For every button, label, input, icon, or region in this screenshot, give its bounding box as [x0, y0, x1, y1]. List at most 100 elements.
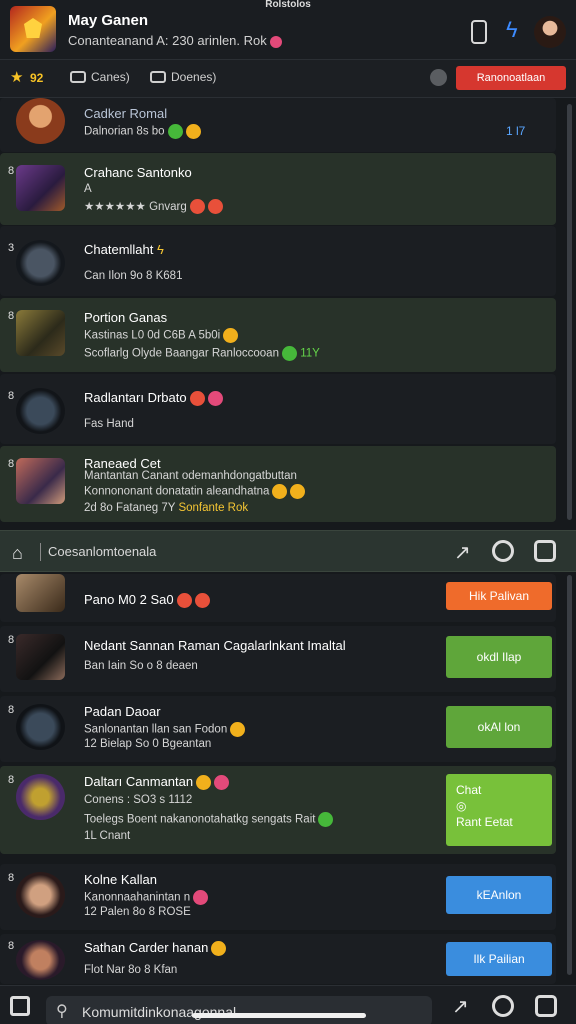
games-tab[interactable]: Canes) — [91, 70, 130, 84]
list-item-tags: 1L Cnant — [84, 830, 131, 842]
rank-number: 8 — [8, 774, 15, 786]
list-item[interactable]: Cadker Romal Dalnorian 8s bo 1 l7 — [0, 98, 556, 152]
rank-number: 8 — [8, 704, 15, 716]
list-item-title: Chatemllaht ϟ — [84, 242, 164, 257]
camera-icon[interactable] — [534, 540, 556, 562]
list-item-meta: Fas Hand — [84, 418, 134, 430]
share-icon[interactable]: ↗ — [452, 994, 469, 1019]
join-button[interactable]: kEAnlon — [446, 876, 552, 914]
home-icon[interactable]: ⌂ — [12, 543, 23, 564]
list-item-meta: 12 Palen 8o 8 ROSE — [84, 906, 191, 918]
camera-icon[interactable] — [535, 995, 557, 1017]
list-item-title: Padan Daoar — [84, 704, 161, 719]
rank-number: 8 — [8, 165, 15, 177]
search-input[interactable]: ⚲ Komumitdinkonaagonnal — [46, 996, 432, 1024]
avatar — [16, 704, 65, 750]
avatar — [16, 98, 65, 144]
list-item-rating: ★★★★★★ Gnvarg — [84, 199, 223, 215]
list-item-meta: Toelegs Boent nakanonotahatkg sengats Ra… — [84, 812, 334, 827]
action-bar-label: Coesanlomtoenala — [48, 544, 157, 559]
status-bar-text: Rolstolos — [265, 0, 311, 10]
home-icon[interactable] — [10, 996, 30, 1016]
search-icon: ⚲ — [56, 1003, 68, 1020]
page-title: May Ganen — [68, 12, 149, 29]
list-item[interactable]: 8 Kolne Kallan Kanonnaahanintan n 12 Pal… — [0, 864, 556, 930]
list-item-title: Daltarı Canmantan — [84, 774, 230, 791]
rank-number: 3 — [8, 242, 15, 254]
list-item-title: Sathan Carder hanan — [84, 940, 227, 957]
bottom-bar: ⚲ Komumitdinkonaagonnal ↗ — [0, 985, 576, 1024]
list-item-title: Cadker Romal — [84, 106, 168, 121]
list-item-subtitle: Conens : SO3 s 1112 — [84, 794, 193, 806]
scrollbar[interactable] — [567, 575, 572, 975]
list-item[interactable]: 3 Chatemllaht ϟ Can Ilon 9o 8 K681 — [0, 226, 556, 296]
divider — [40, 543, 41, 561]
avatar — [16, 634, 65, 680]
list-item-subtitle-2: Konnononant donatatin aleandhatna — [84, 484, 306, 499]
star-icon: ★ — [10, 69, 24, 86]
play-button[interactable]: okAl lon — [446, 706, 552, 748]
scrollbar[interactable] — [567, 104, 572, 520]
avatar — [16, 774, 65, 820]
gamepad-icon[interactable] — [70, 71, 86, 83]
list-item-meta: Can Ilon 9o 8 K681 — [84, 270, 183, 282]
rank-number: 8 — [8, 310, 15, 322]
avatar — [16, 240, 65, 286]
avatar — [16, 872, 65, 918]
list-item[interactable]: 8 Daltarı Canmantan Conens : SO3 s 1112 … — [0, 766, 556, 854]
list-item-title: Crahanc Santonko — [84, 165, 192, 180]
list-item-meta: 2d 8o Fataneg 7Y Sonfante Rok — [84, 502, 249, 514]
avatar — [16, 165, 65, 211]
list-item-subtitle: Flot Nar 8o 8 Kfan — [84, 964, 178, 976]
list-item[interactable]: 8 Sathan Carder hanan Flot Nar 8o 8 Kfan… — [0, 934, 556, 984]
join-button[interactable]: Ilk Pailian — [446, 942, 552, 976]
app-window: May Ganen Conanteanand A: 230 arinlen. R… — [0, 0, 576, 1024]
list-item-subtitle: Sanlonantan llan san Fodon — [84, 722, 246, 737]
list-item[interactable]: 8 Crahanc Santonko A ★★★★★★ Gnvarg — [0, 153, 556, 225]
rating-count: 92 — [30, 71, 44, 85]
list-item-subtitle: Dalnorian 8s bo — [84, 124, 201, 139]
status-text: 1 l7 — [506, 124, 526, 138]
phone-icon[interactable] — [471, 20, 487, 44]
avatar[interactable] — [534, 16, 566, 48]
list-item[interactable]: 8 Raneaed Cet Mantantan Canant odemanhdo… — [0, 446, 556, 522]
list-item[interactable]: Pano M0 2 Sa0 Hik Palivan — [0, 574, 556, 622]
rank-number: 8 — [8, 458, 15, 470]
action-bar: ⌂ Coesanlomtoenala ↗ — [0, 530, 576, 572]
list-item[interactable]: 8 Nedant Sannan Raman Cagalarlnkant Imal… — [0, 626, 556, 692]
settings-icon[interactable] — [430, 69, 447, 86]
list-item-subtitle: Kastinas L0 0d C6B A 5b0i — [84, 328, 239, 343]
play-button[interactable]: okdl Ilap — [446, 636, 552, 678]
rank-number: 8 — [8, 872, 15, 884]
list-item-subtitle: Kanonnaahanintan n — [84, 890, 209, 905]
bolt-icon[interactable]: ϟ — [506, 17, 518, 43]
red-action-button[interactable]: Ranonoatlaan — [456, 66, 566, 90]
refresh-icon[interactable] — [492, 995, 514, 1017]
list-item-subtitle: Mantantan Canant odemanhdongatbuttan — [84, 470, 297, 482]
rank-number: 8 — [8, 634, 15, 646]
chat-icon[interactable] — [150, 71, 166, 83]
list-item[interactable]: 8 Portion Ganas Kastinas L0 0d C6B A 5b0… — [0, 298, 556, 372]
invite-button[interactable]: Hik Palivan — [446, 582, 552, 610]
list-item-meta: 12 Bielap So 0 Bgeantan — [84, 738, 212, 750]
list-item-title: Portion Ganas — [84, 310, 168, 325]
list-item-title: Nedant Sannan Raman Cagalarlnkant Imalta… — [84, 638, 346, 653]
rank-number: 8 — [8, 390, 15, 402]
avatar — [16, 458, 65, 504]
page-subtitle: Conanteanand A: 230 arinlen. Rok — [68, 33, 282, 48]
list-item-subtitle: A — [84, 183, 92, 195]
list-item[interactable]: 8 Radlantarı Drbato Fas Hand — [0, 374, 556, 444]
avatar — [16, 310, 65, 356]
list-item-title: Radlantarı Drbato — [84, 390, 223, 407]
chat-button[interactable]: Chat ◎ Rant Eetat — [446, 774, 552, 846]
app-logo-icon[interactable] — [10, 6, 56, 52]
share-icon[interactable]: ↗ — [454, 540, 471, 565]
refresh-icon[interactable] — [492, 540, 514, 562]
home-indicator — [192, 1013, 366, 1018]
list-item-meta: Scoflarlg Olyde Baangar Ranloccooan 11Y — [84, 346, 320, 361]
toolbar: ★ 92 Canes) Doenes) Ranonoatlaan — [0, 60, 576, 98]
list-item-title: Pano M0 2 Sa0 — [84, 592, 210, 609]
avatar — [16, 388, 65, 434]
list-item[interactable]: 8 Padan Daoar Sanlonantan llan san Fodon… — [0, 696, 556, 762]
chat-tab[interactable]: Doenes) — [171, 70, 216, 84]
